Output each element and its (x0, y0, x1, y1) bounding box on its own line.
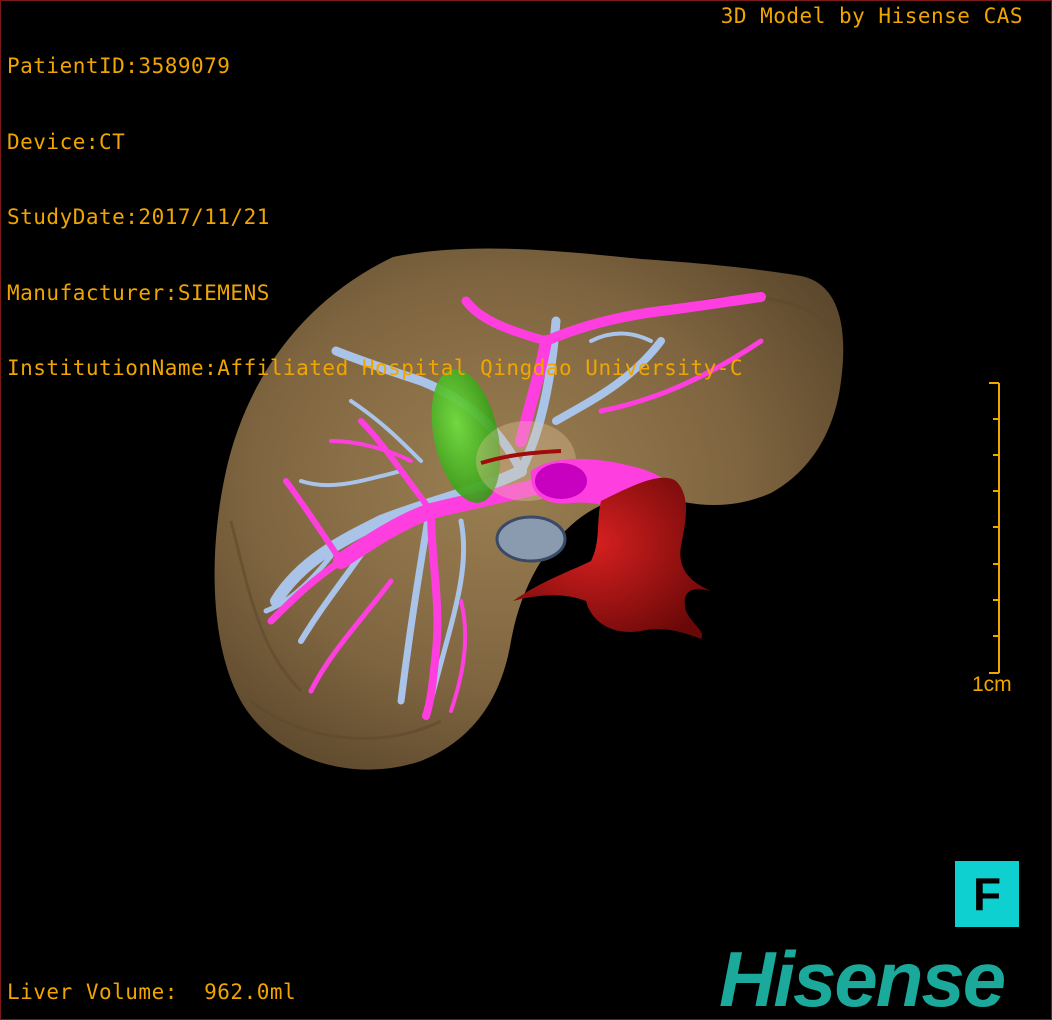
scale-bar (989, 382, 1000, 674)
device: Device:CT (7, 129, 126, 154)
portal-trunk-highlight (535, 463, 587, 499)
manufacturer: Manufacturer:SIEMENS (7, 280, 270, 305)
dicom-info-panel: PatientID:3589079 Device:CT StudyDate:20… (7, 4, 743, 432)
renal-structure (495, 515, 567, 563)
liver-volume: Liver Volume: 962.0ml (7, 980, 297, 1004)
orientation-cube[interactable]: F (955, 861, 1019, 927)
hisense-logo: Hisense (719, 935, 1006, 1020)
patient-id: PatientID:3589079 (7, 54, 231, 78)
model-credit: 3D Model by Hisense CAS (720, 4, 1023, 28)
3d-viewport[interactable]: PatientID:3589079 Device:CT StudyDate:20… (0, 0, 1052, 1020)
institution-name: InstitutionName:Affiliated Hospital Qing… (7, 356, 744, 380)
scale-label: 1cm (972, 673, 1012, 696)
study-date: StudyDate:2017/11/21 (7, 205, 270, 229)
